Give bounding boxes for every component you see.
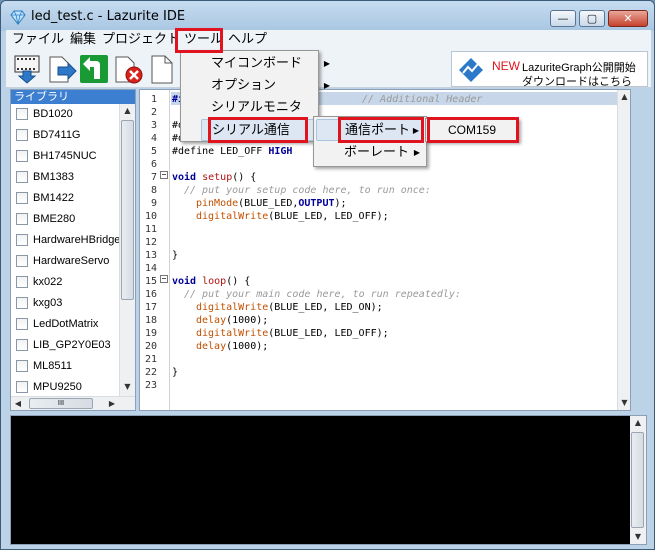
program-download-icon[interactable] [11,53,43,85]
code-line-8: // put your setup code here, to run once… [184,185,431,196]
import-arrow-icon[interactable] [46,53,78,85]
checkbox[interactable] [16,213,28,225]
checkbox[interactable] [16,171,28,183]
checkbox[interactable] [16,360,28,372]
checkbox[interactable] [16,381,28,393]
console-vscroll[interactable]: ▲ ▼ [630,416,646,544]
checkbox[interactable] [16,318,28,330]
code-line-9: pinMode(BLUE_LED,OUTPUT); [196,198,347,209]
code-line-10: digitalWrite(BLUE_LED, LED_OFF); [196,211,389,222]
library-item[interactable]: BD1020 [16,106,73,122]
minimize-icon: — [557,12,569,25]
code-line-19: digitalWrite(BLUE_LED, LED_OFF); [196,328,389,339]
library-item[interactable]: ML8511 [16,358,72,374]
code-line-20: delay(1000); [196,341,269,352]
submenu-arrow-icon: ▶ [323,81,330,90]
library-panel: ライブラリ BD1020 BD7411G BH1745NUC BM1383 BM… [10,89,136,411]
checkbox[interactable] [16,276,28,288]
scroll-up-arrow-icon[interactable]: ▲ [120,104,135,118]
menu-bar: ファイル 編集 プロジェクト ツール ヘルプ [6,30,651,50]
submenu-arrow-icon: ▶ [413,148,420,157]
close-file-icon[interactable] [112,53,144,85]
promo-line2: ダウンロードはこちら [522,76,632,88]
checkbox[interactable] [16,255,28,267]
library-item[interactable]: HardwareServo [16,253,109,269]
checkbox[interactable] [16,339,28,351]
checkbox[interactable] [16,234,28,246]
scroll-down-arrow-icon[interactable]: ▼ [618,396,630,410]
submenu-arrow-icon: ▶ [323,59,330,68]
scroll-up-arrow-icon[interactable]: ▲ [618,90,630,104]
code-line-5: #define LED_OFF HIGH [172,146,293,157]
menu-item-baud-rate[interactable]: ボーレート ▶ [316,142,424,164]
menu-project[interactable]: プロジェクト [102,30,180,50]
library-item[interactable]: BD7411G [16,127,81,143]
checkbox[interactable] [16,129,28,141]
menu-item-options[interactable]: オプション ▶ [201,75,334,97]
code-line-13: } [172,250,179,261]
scroll-right-arrow-icon[interactable]: ▶ [105,397,119,411]
return-arrow-icon[interactable] [78,53,110,85]
graph-logo-icon [459,58,483,82]
library-item[interactable]: LIB_GP2Y0E03 [16,337,111,353]
library-item[interactable]: HardwareHBridge [16,232,120,248]
scroll-thumb[interactable] [121,120,134,300]
code-line-15: void loop() { [172,276,251,287]
library-item[interactable]: BME280 [16,211,75,227]
scroll-down-arrow-icon[interactable]: ▼ [630,530,646,544]
library-hscroll[interactable]: ◀ III ▶ [11,396,135,410]
code-line-7: void setup() { [172,172,257,183]
output-console[interactable]: ▲ ▼ [10,415,647,545]
maximize-button[interactable]: ▢ [579,10,605,27]
code-comment: // Additional Header [362,94,483,105]
scroll-thumb[interactable] [631,432,644,528]
new-label: NEW [492,59,520,73]
maximize-icon: ▢ [586,12,598,25]
library-item[interactable]: kx022 [16,274,62,290]
checkbox[interactable] [16,297,28,309]
code-line-16: // put your main code here, to run repea… [184,289,461,300]
title-bar: led_test.c - Lazurite IDE — ▢ ✕ [1,1,654,31]
code-line-22: } [172,367,179,378]
library-item[interactable]: kxg03 [16,295,62,311]
library-item[interactable]: BM1422 [16,190,74,206]
menu-help[interactable]: ヘルプ [228,30,267,50]
scroll-left-arrow-icon[interactable]: ◀ [11,397,25,411]
ide-window: led_test.c - Lazurite IDE — ▢ ✕ ファイル 編集 … [0,0,655,550]
checkbox[interactable] [16,108,28,120]
highlight-serial-comm [208,117,308,143]
highlight-tools [175,28,223,53]
window-title: led_test.c - Lazurite IDE [31,9,186,24]
library-header: ライブラリ [11,90,135,104]
fold-toggle-icon[interactable]: − [160,171,168,179]
menu-file[interactable]: ファイル [12,30,64,50]
scroll-up-arrow-icon[interactable]: ▲ [630,416,646,430]
library-item[interactable]: LedDotMatrix [16,316,98,332]
menu-edit[interactable]: 編集 [70,30,96,50]
checkbox[interactable] [16,150,28,162]
new-file-icon[interactable] [146,53,178,85]
checkbox[interactable] [16,192,28,204]
code-line-17: digitalWrite(BLUE_LED, LED_ON); [196,302,383,313]
menu-item-board[interactable]: マイコンボード ▶ [201,53,334,75]
hscroll-thumb[interactable]: III [29,398,93,409]
library-item[interactable]: BH1745NUC [16,148,97,164]
fold-toggle-icon[interactable]: − [160,275,168,283]
scroll-down-arrow-icon[interactable]: ▼ [120,380,135,394]
line-gutter: 1 2 3 4 5 6 7 8 9 10 11 12 13 14 15 16 1… [140,90,170,410]
diamond-icon [10,10,26,25]
library-item[interactable]: BM1383 [16,169,74,185]
highlight-com159 [427,117,519,143]
close-button[interactable]: ✕ [608,10,648,27]
library-item[interactable]: MPU9250 [16,379,82,395]
close-icon: ✕ [623,12,633,25]
editor-vscroll[interactable]: ▲ ▼ [617,90,630,410]
library-vscroll[interactable]: ▲ ▼ [119,104,135,396]
minimize-button[interactable]: — [550,10,576,27]
code-line-18: delay(1000); [196,315,269,326]
lazurite-graph-banner[interactable]: NEW LazuriteGraph公開開始 ダウンロードはこちら [451,51,648,88]
highlight-comm-port [338,117,424,143]
